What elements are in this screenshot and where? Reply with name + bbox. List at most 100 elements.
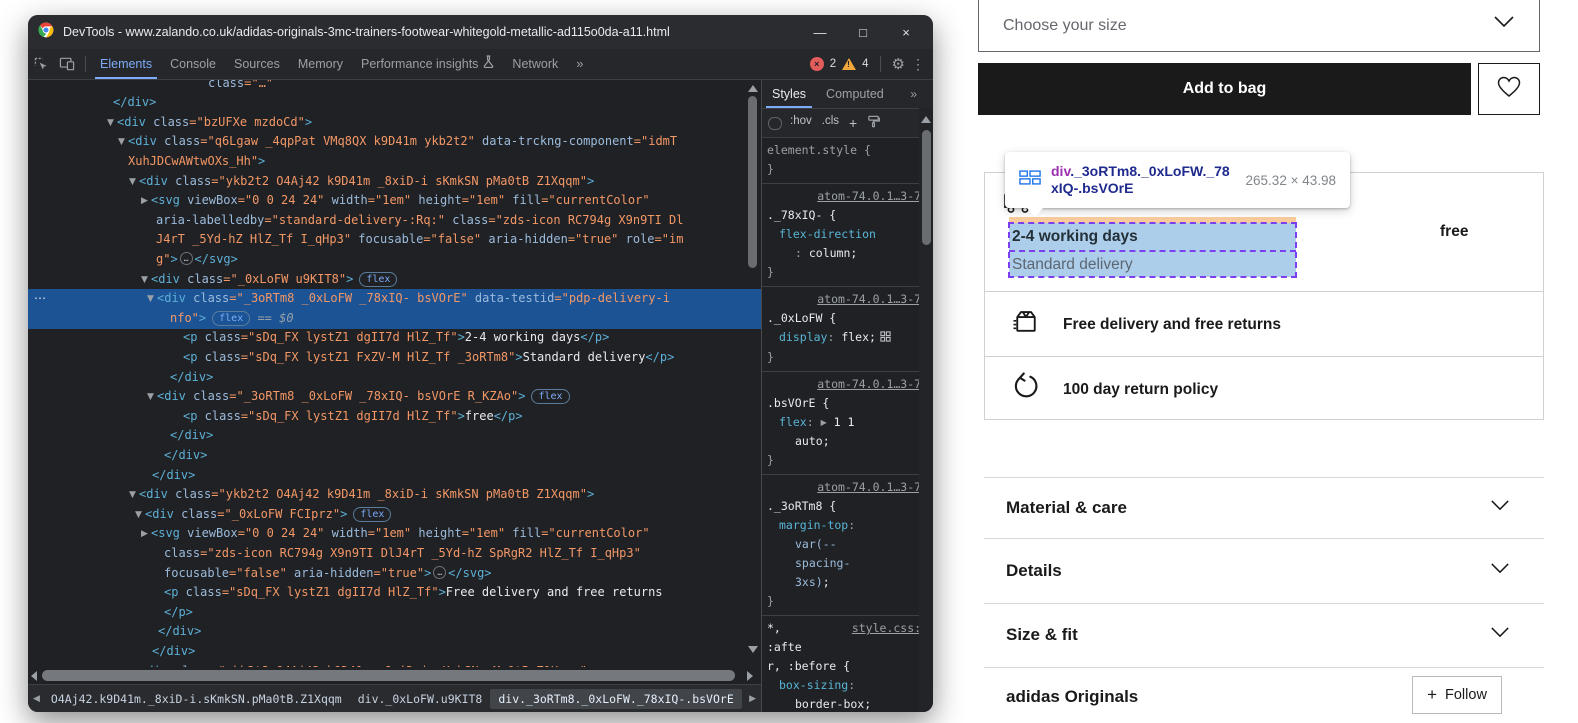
code-line[interactable]: ▼<div class="ykb2t2 O4Aj42 k9D41m _8xiD-… bbox=[28, 485, 761, 505]
add-to-bag-button[interactable]: Add to bag bbox=[978, 63, 1471, 115]
flex-badge[interactable]: flex bbox=[353, 507, 391, 522]
code-line[interactable]: <p class="sDq_FX lystZ1 dgII7d HlZ_Tf">2… bbox=[28, 328, 761, 348]
devtools-tab-console[interactable]: Console bbox=[161, 49, 225, 79]
code-line[interactable]: <p class="sDq_FX lystZ1 dgII7d HlZ_Tf">f… bbox=[28, 407, 761, 427]
styles-scrollbar[interactable] bbox=[919, 108, 933, 712]
paint-roller-icon[interactable] bbox=[867, 115, 880, 131]
css-line[interactable]: } bbox=[767, 263, 928, 282]
code-line[interactable]: ▼<div class="_3oRTm8 _0xLoFW _78xIQ- bsV… bbox=[28, 387, 761, 407]
more-tabs-icon[interactable]: » bbox=[567, 49, 592, 79]
code-line[interactable]: ▶<svg viewBox="0 0 24 24" width="1em" he… bbox=[28, 191, 761, 211]
filter-input[interactable] bbox=[768, 117, 782, 130]
code-line[interactable]: class="…" bbox=[28, 80, 761, 94]
code-line[interactable]: </div> bbox=[28, 426, 761, 446]
error-count[interactable]: 2 bbox=[830, 58, 836, 70]
accordion-details[interactable]: Details bbox=[984, 538, 1544, 603]
code-line[interactable]: ▼<div class="_0xLoFW u9KIT8">flex bbox=[28, 270, 761, 290]
code-line[interactable]: </div> bbox=[28, 446, 761, 466]
code-line[interactable]: aria-labelledby="standard-delivery-:Rq:"… bbox=[28, 211, 761, 231]
wishlist-button[interactable] bbox=[1478, 63, 1540, 115]
css-line[interactable]: 3xs); bbox=[767, 573, 928, 592]
stylesheet-link[interactable]: atom-74.0.1…3-7… bbox=[817, 377, 928, 391]
close-button[interactable]: × bbox=[889, 25, 923, 40]
css-line[interactable]: element.style { bbox=[767, 141, 928, 160]
css-line[interactable]: ._0xLoFW { bbox=[767, 309, 928, 328]
css-line[interactable]: ._78xIQ- { bbox=[767, 206, 928, 225]
accordion-material-care[interactable]: Material & care bbox=[984, 477, 1544, 538]
devtools-tab-performance-insights[interactable]: Performance insights bbox=[352, 49, 503, 79]
css-line[interactable]: box-sizing: bbox=[767, 676, 928, 695]
styles-toolbar-button[interactable]: .cls bbox=[822, 115, 839, 131]
code-line[interactable]: </div> bbox=[28, 466, 761, 486]
devtools-tab-network[interactable]: Network bbox=[503, 49, 567, 79]
devtools-tab-memory[interactable]: Memory bbox=[289, 49, 352, 79]
code-line[interactable]: </div> bbox=[28, 368, 761, 388]
accordion-size-fit[interactable]: Size & fit bbox=[984, 603, 1544, 667]
scroll-up-icon[interactable] bbox=[921, 116, 931, 123]
code-line[interactable]: J4rT _5Yd-hZ HlZ_Tf I_qHp3" focusable="f… bbox=[28, 230, 761, 250]
warning-count[interactable]: 4 bbox=[862, 58, 868, 70]
code-line[interactable]: ▼<div class="q6Lgaw _4qpPat VMq8QX k9D41… bbox=[28, 132, 761, 152]
styles-tab-computed[interactable]: Computed bbox=[816, 80, 894, 108]
code-line[interactable]: </div> bbox=[28, 93, 761, 113]
code-line[interactable]: XuhJDCwAWtwOXs_Hh"> bbox=[28, 152, 761, 172]
css-line[interactable]: var(-- bbox=[767, 535, 928, 554]
flex-editor-icon[interactable] bbox=[880, 329, 891, 348]
styles-tab-styles[interactable]: Styles bbox=[762, 80, 816, 108]
scrollbar-thumb[interactable] bbox=[42, 670, 735, 681]
code-line[interactable]: focusable="false" aria-hidden="true">…</… bbox=[28, 564, 761, 584]
css-line[interactable]: margin-top: bbox=[767, 516, 928, 535]
code-line[interactable]: nfo">flex == $0 bbox=[28, 309, 761, 329]
css-line[interactable]: display: flex; bbox=[767, 328, 928, 348]
css-line[interactable]: atom-74.0.1…3-7… bbox=[767, 187, 928, 206]
code-line[interactable]: ▼<div class="ykb2t2 O4Aj42 k9D41m _8xiD-… bbox=[28, 172, 761, 192]
code-line[interactable]: ▶<svg viewBox="0 0 24 24" width="1em" he… bbox=[28, 524, 761, 544]
code-line[interactable]: <p class="sDq_FX lystZ1 FxZV-M HlZ_Tf _3… bbox=[28, 348, 761, 368]
warning-icon[interactable] bbox=[842, 58, 856, 70]
breadcrumb-scroll-left-icon[interactable]: ◀ bbox=[30, 694, 43, 704]
css-line[interactable]: style.css:1*, bbox=[767, 619, 928, 638]
scrollbar-thumb[interactable] bbox=[922, 130, 931, 245]
styles-more-tabs-icon[interactable]: » bbox=[910, 87, 933, 101]
css-line[interactable]: } bbox=[767, 451, 928, 470]
more-actions-icon[interactable]: ⋯ bbox=[34, 289, 46, 308]
styles-toolbar-button[interactable]: + bbox=[849, 115, 857, 131]
css-line[interactable]: atom-74.0.1…3-7… bbox=[767, 375, 928, 394]
css-line[interactable]: ._3oRTm8 { bbox=[767, 497, 928, 516]
code-line[interactable]: ▼<div class="_0xLoFW FCIprz">flex bbox=[28, 505, 761, 525]
css-line[interactable]: } bbox=[767, 348, 928, 367]
kebab-menu-icon[interactable]: ⋮ bbox=[911, 56, 925, 73]
code-line[interactable]: ⋯▼<div class="_3oRTm8 _0xLoFW _78xIQ- bs… bbox=[28, 289, 761, 309]
css-line[interactable]: auto; bbox=[767, 432, 928, 451]
css-line[interactable]: r, :before { bbox=[767, 657, 928, 676]
css-line[interactable]: flex: ▶ 1 1 bbox=[767, 413, 928, 432]
styles-toolbar-button[interactable]: :hov bbox=[790, 115, 812, 131]
css-line[interactable]: spacing- bbox=[767, 554, 928, 573]
breadcrumb-scroll-right-icon[interactable]: ▶ bbox=[746, 694, 759, 704]
breadcrumb-item[interactable]: O4Aj42.k9D41m._8xiD-i.sKmkSN.pMa0tB.Z1Xq… bbox=[43, 689, 350, 709]
code-line[interactable]: <p class="sDq_FX lystZ1 dgII7d HlZ_Tf">F… bbox=[28, 583, 761, 603]
error-icon[interactable]: × bbox=[810, 57, 824, 71]
css-line[interactable]: atom-74.0.1…3-7… bbox=[767, 478, 928, 497]
follow-button[interactable]: + Follow bbox=[1412, 676, 1502, 714]
scroll-right-icon[interactable] bbox=[747, 671, 753, 681]
css-line[interactable]: } bbox=[767, 592, 928, 611]
css-line[interactable]: .bsVOrE { bbox=[767, 394, 928, 413]
flex-badge[interactable]: flex bbox=[359, 272, 397, 287]
device-toolbar-icon[interactable] bbox=[54, 53, 80, 75]
code-line[interactable]: </p> bbox=[28, 603, 761, 623]
code-line[interactable]: ▼<div class="bzUFXe mzdoCd"> bbox=[28, 113, 761, 133]
css-line[interactable]: : column; bbox=[767, 244, 928, 263]
stylesheet-link[interactable]: style.css:1 bbox=[852, 621, 928, 635]
size-select[interactable]: Choose your size bbox=[978, 0, 1540, 52]
flex-badge[interactable]: flex bbox=[212, 311, 250, 326]
scroll-left-icon[interactable] bbox=[31, 671, 37, 681]
css-line[interactable]: } bbox=[767, 160, 928, 179]
breadcrumb-item[interactable]: div._3oRTm8._0xLoFW._78xIQ-.bsVOrE bbox=[490, 689, 741, 709]
minimize-button[interactable]: — bbox=[803, 25, 837, 40]
breadcrumb-item[interactable]: div._0xLoFW.u9KIT8 bbox=[350, 689, 491, 709]
devtools-tab-elements[interactable]: Elements bbox=[91, 49, 161, 79]
devtools-tab-sources[interactable]: Sources bbox=[225, 49, 289, 79]
code-line[interactable]: class="zds-icon RC794g X9n9TI DlJ4rT _5Y… bbox=[28, 544, 761, 564]
stylesheet-link[interactable]: atom-74.0.1…3-7… bbox=[817, 189, 928, 203]
